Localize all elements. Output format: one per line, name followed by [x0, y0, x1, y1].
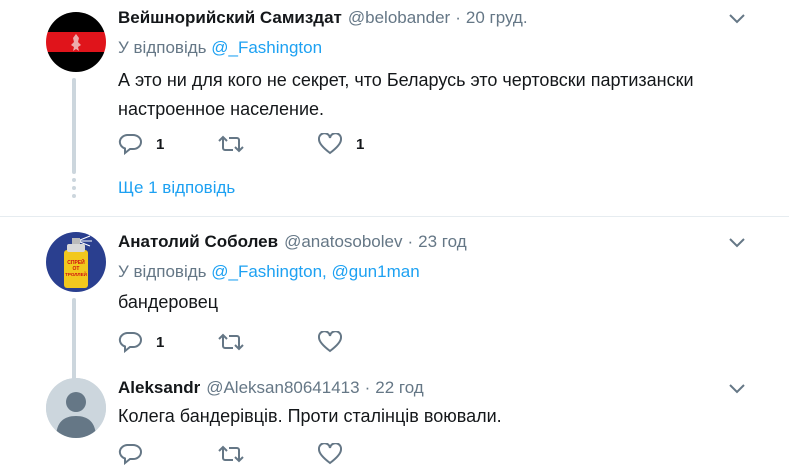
reply-count: 1 [156, 135, 165, 153]
like-button[interactable]: 1 [318, 133, 418, 155]
avatar[interactable]: СПРЕЙ ОТ ТРОЛЛЕЙ [46, 232, 106, 292]
retweet-icon [218, 333, 244, 351]
author-name[interactable]: Анатолий Соболев [118, 232, 278, 252]
separator: · [455, 8, 461, 27]
heart-icon [318, 331, 342, 353]
timestamp[interactable]: 23 год [418, 232, 466, 252]
author-handle[interactable]: @belobander [348, 8, 450, 28]
tweet-header: Aleksandr @Aleksan80641413 · 22 год [118, 378, 424, 400]
retweet-button[interactable] [218, 444, 318, 464]
heart-icon [318, 133, 342, 155]
reply-mention-link[interactable]: @_Fashington, [211, 262, 327, 281]
retweet-icon [218, 135, 244, 153]
reply-to: У відповідь @_Fashington, @gun1man [118, 262, 420, 282]
reply-count: 1 [156, 333, 165, 351]
retweet-button[interactable] [218, 332, 318, 352]
tweet-2[interactable]: СПРЕЙ ОТ ТРОЛЛЕЙ Анатолий Соболев @anato… [0, 232, 789, 382]
reply-icon [118, 332, 142, 353]
retweet-icon [218, 445, 244, 463]
reply-button[interactable] [118, 443, 218, 465]
thread-line [72, 78, 76, 174]
default-avatar-icon [46, 378, 106, 438]
action-bar [118, 442, 418, 466]
separator: · [364, 378, 371, 397]
heart-icon [318, 443, 342, 465]
avatar[interactable] [46, 378, 106, 438]
retweet-button[interactable] [218, 134, 318, 154]
tweet-3[interactable]: Aleksandr @Aleksan80641413 · 22 год Коле… [0, 378, 789, 476]
reply-button[interactable]: 1 [118, 133, 218, 155]
reply-to: У відповідь @_Fashington [118, 38, 322, 58]
svg-text:ТРОЛЛЕЙ: ТРОЛЛЕЙ [65, 270, 87, 277]
reply-mention-link[interactable]: @gun1man [332, 262, 420, 281]
author-name[interactable]: Вейшнорийский Самиздат [118, 8, 342, 28]
tweet-header: Вейшнорийский Самиздат @belobander · 20 … [118, 8, 528, 30]
action-bar: 1 [118, 330, 418, 354]
tweet-text: бандеровец [118, 292, 219, 312]
tweet-text: А это ни для кого не секрет, что Беларус… [118, 70, 694, 119]
tweet-header: Анатолий Соболев @anatosobolev · 23 год [118, 232, 467, 254]
thread-dots [72, 178, 76, 202]
reply-prefix: У відповідь [118, 38, 207, 57]
like-button[interactable] [318, 331, 418, 353]
divider [0, 216, 789, 217]
author-handle[interactable]: @Aleksan80641413 [206, 378, 359, 398]
thread-line [72, 298, 76, 382]
svg-text:СПРЕЙ: СПРЕЙ [67, 258, 85, 266]
reply-icon [118, 134, 142, 155]
reply-mention-link[interactable]: @_Fashington [211, 38, 322, 57]
timestamp[interactable]: 20 груд. [466, 8, 528, 28]
timestamp[interactable]: 22 год [375, 378, 423, 398]
separator: · [407, 232, 414, 251]
spray-can-avatar-icon: СПРЕЙ ОТ ТРОЛЛЕЙ [46, 232, 106, 292]
like-count: 1 [356, 135, 365, 153]
action-bar: 1 1 [118, 132, 418, 156]
author-handle[interactable]: @anatosobolev [284, 232, 402, 252]
tweet-text: Колега бандерівців. Проти сталінців воюв… [118, 406, 502, 426]
flag-avatar-icon [46, 12, 106, 72]
show-more-replies-link[interactable]: Ще 1 відповідь [118, 178, 235, 198]
chevron-down-icon[interactable] [727, 12, 747, 26]
reply-prefix: У відповідь [118, 262, 207, 281]
like-button[interactable] [318, 443, 418, 465]
avatar[interactable] [46, 12, 106, 72]
reply-button[interactable]: 1 [118, 331, 218, 353]
chevron-down-icon[interactable] [727, 382, 747, 396]
tweet-1[interactable]: Вейшнорийский Самиздат @belobander · 20 … [0, 8, 789, 208]
chevron-down-icon[interactable] [727, 236, 747, 250]
reply-icon [118, 444, 142, 465]
author-name[interactable]: Aleksandr [118, 378, 200, 398]
